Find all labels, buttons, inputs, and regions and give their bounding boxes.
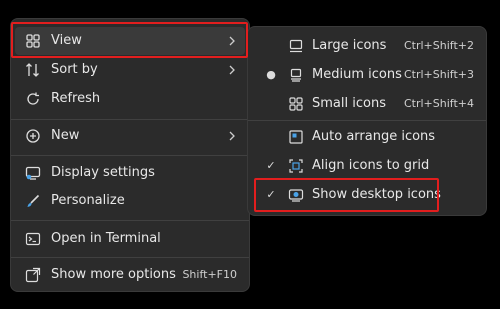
highlight-box-view [11,22,248,58]
menu-separator [11,257,249,258]
menu-item-sort-by[interactable]: Sort by [15,56,245,84]
menu-item-display-settings[interactable]: Display settings [15,159,245,187]
auto-arrange-icon [289,130,303,144]
menu-item-label: Refresh [51,91,101,106]
menu-item-show-more-options[interactable]: Show more options Shift+F10 [15,261,245,289]
shortcut-label: Ctrl+Shift+2 [403,39,474,52]
new-icon [26,129,40,143]
align-grid-icon [289,159,303,173]
display-icon [25,166,41,180]
checkmark-icon: ✓ [266,159,276,172]
menu-separator [11,220,249,221]
small-icons-icon [289,97,303,111]
refresh-icon [27,92,39,105]
menu-separator [11,155,249,156]
menu-item-label: Auto arrange icons [312,129,436,144]
menu-item-label: Large icons [312,38,387,53]
menu-item-label: Medium icons [312,67,402,82]
terminal-icon [25,232,41,246]
menu-item-refresh[interactable]: Refresh [15,85,245,113]
menu-item-new[interactable]: New [15,122,245,150]
menu-item-personalize[interactable]: Personalize [15,187,245,215]
menu-item-medium-icons[interactable]: ● Medium icons Ctrl+Shift+3 [252,61,482,89]
large-icons-icon [289,39,303,53]
menu-item-align-icons-to-grid[interactable]: ✓ Align icons to grid [252,152,482,180]
shortcut-label: Shift+F10 [182,268,237,281]
menu-item-large-icons[interactable]: Large icons Ctrl+Shift+2 [252,32,482,60]
chevron-right-icon [229,131,235,141]
menu-item-label: New [51,128,80,143]
menu-item-label: Align icons to grid [312,158,430,173]
menu-separator [11,119,249,120]
menu-item-label: Open in Terminal [51,231,161,246]
desktop-context-menu: View Sort by Refresh New Display setting… [10,18,250,292]
menu-item-label: Personalize [51,193,125,208]
sort-icon [26,63,39,77]
menu-separator [248,120,486,121]
more-options-icon [25,267,41,283]
shortcut-label: Ctrl+Shift+4 [403,97,474,110]
shortcut-label: Ctrl+Shift+3 [403,68,474,81]
medium-icons-icon [290,68,302,82]
brush-icon [27,194,40,207]
menu-item-label: Sort by [51,62,98,77]
menu-item-label: Display settings [51,165,155,180]
chevron-right-icon [229,65,235,75]
menu-item-label: Small icons [312,96,386,111]
menu-item-small-icons[interactable]: Small icons Ctrl+Shift+4 [252,90,482,118]
menu-item-open-in-terminal[interactable]: Open in Terminal [15,225,245,253]
highlight-box-show-desktop-icons [254,178,439,212]
menu-item-label: Show more options [51,267,176,282]
selected-dot-icon: ● [266,68,276,81]
menu-item-auto-arrange-icons[interactable]: Auto arrange icons [252,123,482,151]
